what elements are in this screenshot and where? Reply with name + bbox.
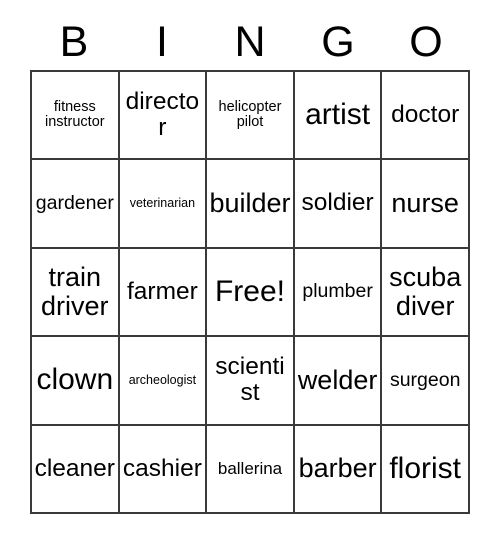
bingo-cell[interactable]: train driver — [32, 248, 120, 338]
bingo-card: B I N G O fitness instructor director helicopt… — [0, 0, 500, 544]
bingo-cell[interactable]: doctor — [382, 72, 470, 161]
bingo-cell-label: clown — [36, 363, 114, 397]
bingo-cell[interactable]: farmer — [119, 248, 208, 338]
bingo-cell[interactable]: nurse — [382, 160, 470, 249]
bingo-cell[interactable]: florist — [382, 425, 470, 514]
bingo-cell[interactable]: soldier — [294, 160, 383, 249]
bingo-header-letter-g: G — [321, 17, 355, 66]
bingo-cell-label: gardener — [35, 192, 114, 215]
bingo-cell[interactable]: builder — [207, 160, 295, 249]
bingo-free-space[interactable]: Free! — [207, 248, 295, 338]
bingo-cell-label: plumber — [302, 280, 373, 303]
bingo-cell-label: ballerina — [217, 458, 283, 478]
bingo-cell-label: helicopter pilot — [218, 98, 282, 131]
bingo-cell-label: scuba diver — [389, 261, 462, 321]
bingo-header-letter-b: B — [59, 17, 89, 66]
bingo-cell-label: fitness instructor — [44, 98, 105, 131]
bingo-cell-label: director — [125, 87, 200, 142]
bingo-cell[interactable]: cashier — [119, 425, 208, 514]
bingo-cell-label: surgeon — [389, 368, 461, 391]
bingo-cell[interactable]: plumber — [294, 248, 383, 338]
bingo-cell[interactable]: helicopter pilot — [207, 72, 295, 161]
bingo-cell-label: veterinarian — [129, 195, 196, 210]
bingo-cell[interactable]: scuba diver — [382, 248, 470, 338]
bingo-header-letter-i: I — [156, 17, 168, 66]
bingo-cell-label: train driver — [41, 261, 109, 321]
bingo-cell-label: cleaner — [34, 454, 115, 482]
bingo-cell[interactable]: surgeon — [382, 337, 470, 426]
bingo-cell-label: florist — [389, 451, 462, 485]
bingo-cell-label: doctor — [391, 100, 460, 128]
bingo-cell[interactable]: artist — [294, 72, 383, 161]
bingo-cell[interactable]: veterinarian — [119, 160, 208, 249]
bingo-cell[interactable]: welder — [294, 337, 383, 426]
bingo-cell[interactable]: barber — [294, 425, 383, 514]
bingo-cell-label: welder — [297, 364, 378, 395]
bingo-cell[interactable]: archeologist — [119, 337, 208, 426]
bingo-cell-label: soldier — [301, 189, 374, 217]
bingo-cell[interactable]: gardener — [32, 160, 120, 249]
bingo-cell[interactable]: clown — [32, 337, 120, 426]
bingo-cell-label: Free! — [214, 274, 285, 308]
bingo-cell-label: nurse — [391, 188, 459, 219]
bingo-cell-label: barber — [298, 453, 377, 484]
bingo-header: BINGO — [30, 14, 470, 70]
bingo-cell-label: cashier — [122, 454, 202, 482]
bingo-cell[interactable]: fitness instructor — [32, 72, 120, 161]
bingo-cell[interactable]: scientist — [207, 337, 295, 426]
bingo-cell[interactable]: director — [119, 72, 208, 161]
bingo-header-letter-n: N — [234, 17, 266, 66]
bingo-cell-label: archeologist — [128, 372, 197, 387]
bingo-grid: fitness instructor director helicopter pil… — [30, 70, 470, 514]
bingo-header-letter-o: O — [409, 17, 443, 66]
bingo-cell-label: builder — [209, 188, 291, 219]
bingo-cell-label: scientist — [215, 352, 285, 407]
bingo-cell-label: farmer — [126, 277, 198, 305]
bingo-cell[interactable]: cleaner — [32, 425, 120, 514]
bingo-cell[interactable]: ballerina — [207, 425, 295, 514]
bingo-cell-label: artist — [305, 98, 371, 131]
